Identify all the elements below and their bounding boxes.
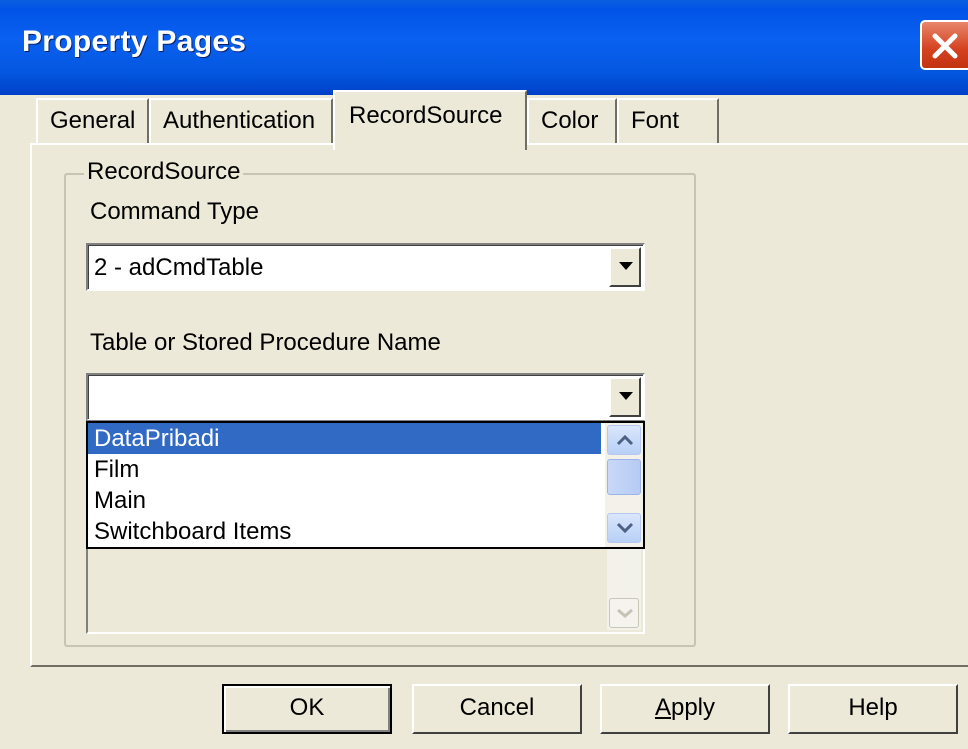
dropdown-item-main[interactable]: Main — [88, 485, 601, 516]
close-icon — [932, 33, 958, 59]
apply-button[interactable]: Apply — [600, 684, 770, 734]
dropdown-item-datapribadi[interactable]: DataPribadi — [88, 423, 601, 454]
dropdown-item-switchboard-items[interactable]: Switchboard Items — [88, 516, 601, 547]
scroll-down-button[interactable] — [607, 513, 641, 543]
title-bar[interactable]: Property Pages — [0, 0, 968, 95]
command-type-dropdown-button[interactable] — [609, 247, 641, 287]
help-button[interactable]: Help — [788, 684, 958, 734]
table-name-dropdown-list[interactable]: DataPribadi Film Main Switchboard Items — [86, 421, 645, 549]
tab-general[interactable]: General — [36, 98, 149, 144]
listbox-scroll-down-button — [609, 598, 639, 628]
scroll-thumb[interactable] — [607, 459, 641, 495]
chevron-up-icon — [616, 434, 634, 446]
command-type-combobox[interactable]: 2 - adCmdTable — [86, 243, 645, 291]
scroll-up-button[interactable] — [607, 425, 641, 455]
close-button[interactable] — [920, 20, 968, 70]
window-title: Property Pages — [22, 25, 247, 58]
chevron-down-icon — [616, 522, 634, 534]
chevron-down-icon — [619, 392, 633, 400]
tab-authentication[interactable]: Authentication — [149, 98, 333, 144]
table-name-dropdown-button[interactable] — [609, 377, 641, 417]
table-name-label: Table or Stored Procedure Name — [90, 329, 441, 356]
apply-accelerator: A — [654, 694, 671, 721]
chevron-down-icon — [617, 608, 633, 618]
ok-button[interactable]: OK — [222, 684, 392, 734]
tab-font[interactable]: Font — [617, 98, 719, 144]
tab-color[interactable]: Color — [527, 98, 617, 144]
command-type-label: Command Type — [90, 198, 259, 225]
tab-recordsource[interactable]: RecordSource — [333, 90, 527, 150]
chevron-down-icon — [619, 262, 633, 270]
table-name-combobox[interactable] — [86, 373, 645, 421]
dropdown-scrollbar[interactable] — [605, 423, 643, 547]
cancel-button[interactable]: Cancel — [412, 684, 582, 734]
apply-label-rest: pply — [670, 694, 716, 721]
groupbox-label: RecordSource — [84, 158, 244, 186]
dropdown-item-film[interactable]: Film — [88, 454, 601, 485]
command-type-value: 2 - adCmdTable — [94, 254, 264, 281]
